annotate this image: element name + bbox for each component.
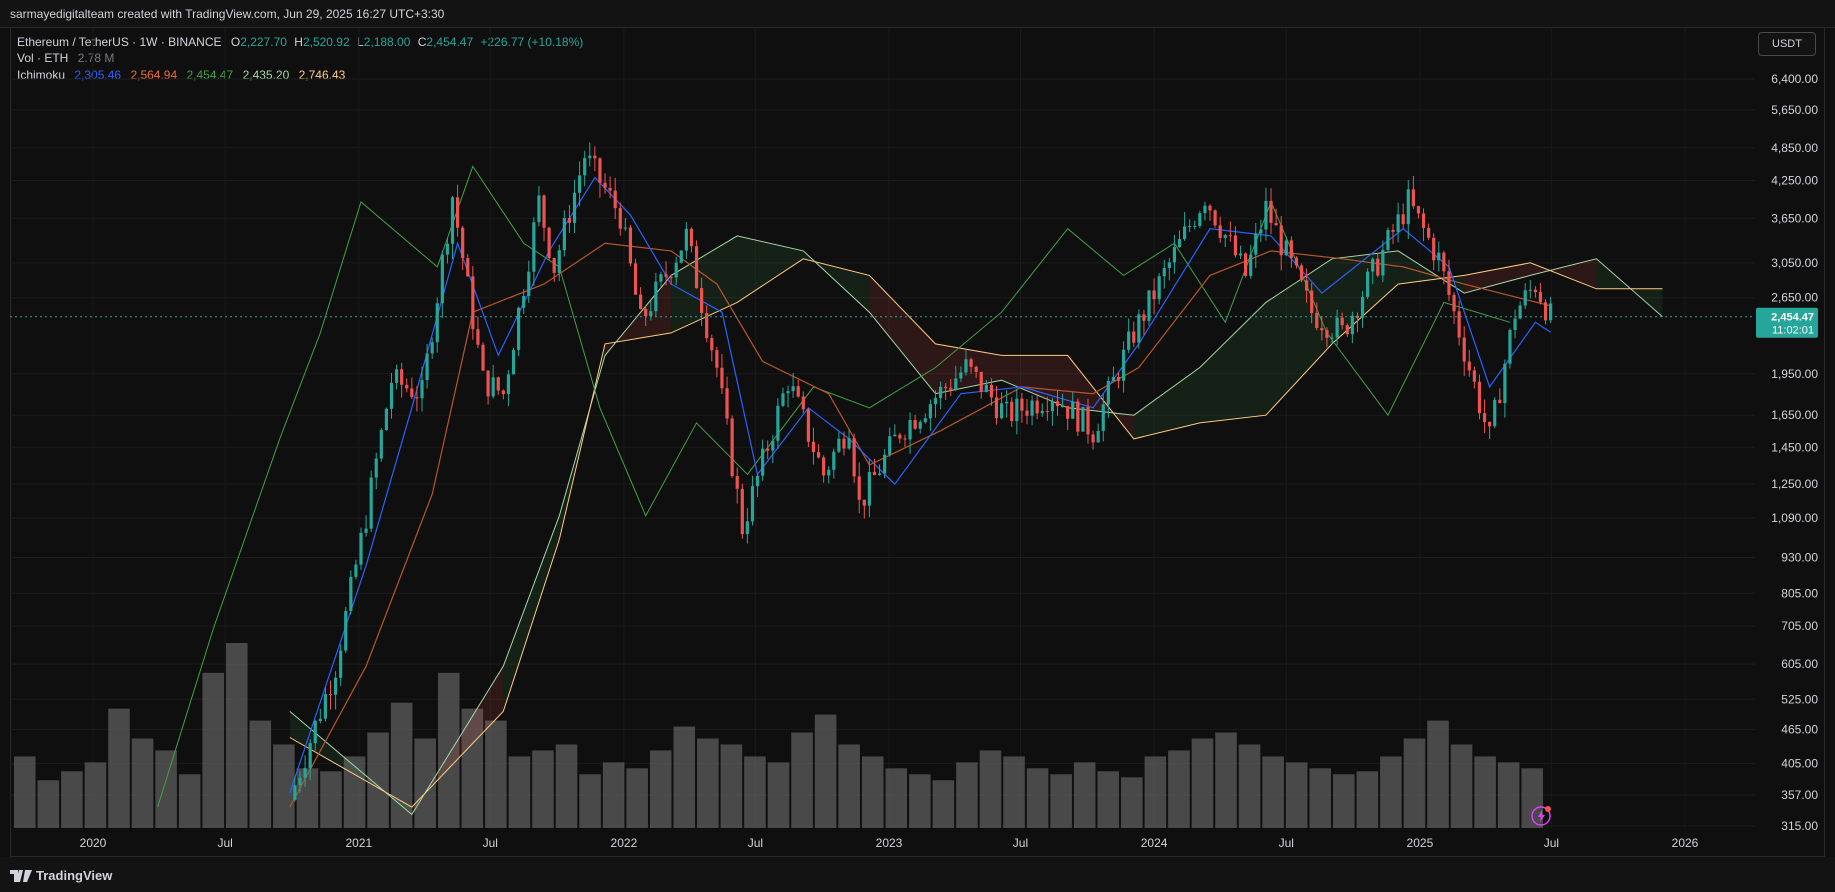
ichimoku-span-b-value: 2,746.43: [298, 68, 346, 82]
ichimoku-base-value: 2,564.94: [130, 68, 178, 82]
tradingview-logo-text: TradingView: [36, 868, 113, 883]
open-value: 2,227.70: [240, 35, 287, 49]
footer-bar: [0, 857, 1835, 892]
low-value: 2,188.00: [363, 35, 411, 49]
ichimoku-lagging-value: 2,454.47: [186, 68, 234, 82]
ichimoku-label[interactable]: Ichimoku: [17, 68, 65, 82]
close-value: 2,454.47: [426, 35, 474, 49]
volume-label[interactable]: Vol · ETH: [17, 51, 68, 65]
ichimoku-span-a-value: 2,435.20: [242, 68, 290, 82]
ichimoku-conversion-value: 2,305.46: [74, 68, 122, 82]
attribution-bar: sarmayedigitalteam created with TradingV…: [0, 0, 1835, 28]
change-value: +226.77 (+10.18%): [480, 35, 584, 49]
attribution-text: sarmayedigitalteam created with TradingV…: [10, 7, 445, 21]
ohlc-legend: Ethereum / TetherUS · 1W · BINANCE O2,22…: [17, 35, 583, 49]
high-value: 2,520.92: [302, 35, 350, 49]
low-label: L: [357, 35, 364, 49]
volume-value: 2.78 M: [77, 51, 115, 65]
high-label: H: [294, 35, 303, 49]
currency-unit-button[interactable]: USDT: [1758, 32, 1816, 56]
symbol-label[interactable]: Ethereum / TetherUS · 1W · BINANCE: [17, 35, 222, 49]
tradingview-logo-icon: [10, 869, 32, 882]
ichimoku-legend: Ichimoku 2,305.46 2,564.94 2,454.47 2,43…: [17, 68, 345, 82]
volume-legend: Vol · ETH 2.78 M: [17, 51, 114, 65]
chart-frame: [10, 27, 1825, 857]
tradingview-logo[interactable]: TradingView: [10, 868, 112, 883]
open-label: O: [230, 35, 241, 49]
